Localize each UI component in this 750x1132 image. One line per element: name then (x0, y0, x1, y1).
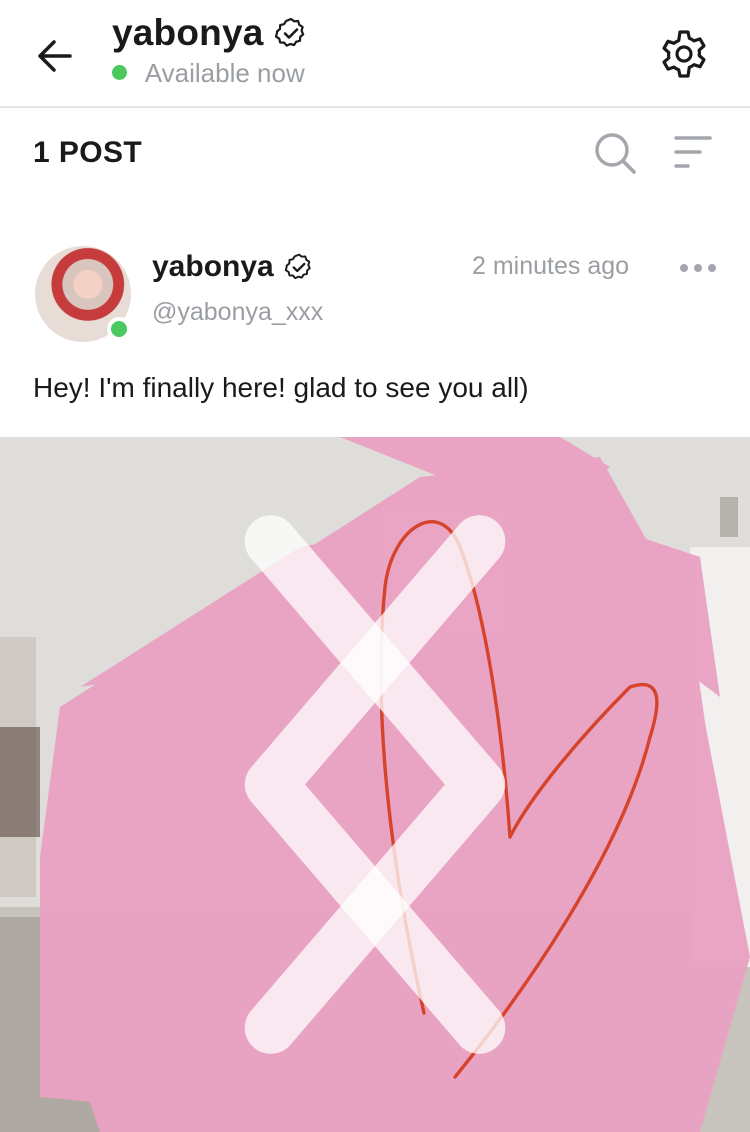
profile-screen: yabonya Available now 1 POST yabonya @ya… (0, 0, 750, 1132)
avatar-online-dot (107, 317, 131, 341)
post-author-name[interactable]: yabonya (152, 250, 274, 284)
online-status-dot (112, 65, 127, 80)
verified-badge-icon (274, 17, 305, 47)
post-count-label: 1 POST (33, 136, 143, 169)
post-author-block: yabonya @yabonya_xxx (152, 250, 323, 327)
post-caption: Hey! I'm finally here! glad to see you a… (33, 372, 529, 403)
arrow-left-icon (38, 40, 72, 72)
header-title-block: yabonya Available now (112, 12, 308, 89)
more-horizontal-icon[interactable] (676, 256, 720, 280)
post-media[interactable] (0, 437, 750, 1132)
post-timestamp: 2 minutes ago (472, 252, 630, 280)
header-username: yabonya (112, 12, 264, 53)
back-button[interactable] (30, 30, 82, 82)
chevron-right-icon[interactable] (0, 437, 750, 1132)
gear-icon (662, 30, 706, 78)
sort-icon[interactable] (670, 132, 714, 172)
verified-badge-icon (284, 253, 311, 280)
availability-status-text: Available now (144, 58, 305, 88)
settings-button[interactable] (656, 26, 712, 82)
search-icon[interactable] (592, 130, 638, 176)
profile-header: yabonya Available now (0, 0, 750, 108)
post-header: yabonya @yabonya_xxx 2 minutes ago (0, 236, 750, 356)
posts-toolbar: 1 POST (0, 110, 750, 196)
availability-status: Available now (112, 58, 308, 89)
post-author-handle[interactable]: @yabonya_xxx (152, 298, 323, 327)
